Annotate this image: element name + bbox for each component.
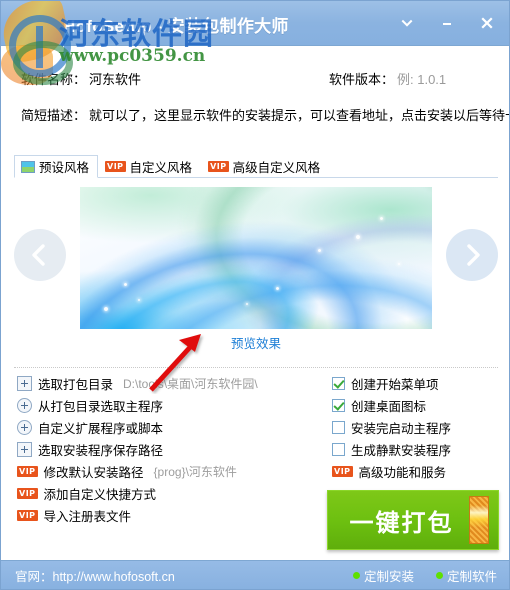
option-label: 高级功能和服务 (358, 465, 447, 480)
circle-plus-icon (17, 397, 32, 413)
preview-sparkle (124, 283, 127, 286)
option-label: 自定义扩展程序或脚本 (38, 421, 164, 436)
vip-badge-icon: VIP (105, 160, 126, 172)
option-label: 修改默认安装路径 (43, 465, 144, 480)
checkbox-icon[interactable] (332, 420, 345, 434)
preview-sparkle (318, 249, 321, 252)
preset-style-icon (21, 160, 35, 173)
description-input[interactable]: 就可以了，这里显示软件的安装提示，可以查看地址，点击安装以后等待十 (89, 105, 509, 124)
pack-button-label: 一键打包 (349, 509, 454, 537)
option-label: 添加自定义快捷方式 (43, 487, 157, 502)
checkbox-silent-installer[interactable]: 生成静默安装程序 (332, 438, 502, 460)
square-plus-icon (17, 375, 32, 391)
chevron-down-icon[interactable] (397, 13, 417, 33)
checkbox-icon[interactable] (332, 376, 345, 390)
software-version-label: 软件版本： (329, 72, 395, 87)
app-window: HofoSetup - 安装包制作大师 河东软件园 www.pc0359.cn … (0, 0, 510, 590)
preview-sparkle (104, 307, 108, 311)
window-controls (397, 1, 497, 45)
option-advanced-features-services[interactable]: VIP 高级功能和服务 (332, 460, 502, 482)
option-modify-default-install-path[interactable]: VIP 修改默认安装路径 {prog}\河东软件 (17, 460, 317, 482)
option-label: 安装完启动主程序 (351, 421, 452, 436)
packaging-options-list: 选取打包目录 D:\tools\桌面\河东软件园\ 从打包目录选取主程序 自定义… (17, 372, 317, 526)
option-label: 创建开始菜单项 (351, 377, 439, 392)
preview-effect-link[interactable]: 预览效果 (14, 333, 498, 352)
preview-sparkle (398, 263, 400, 265)
checkbox-create-start-menu[interactable]: 创建开始菜单项 (332, 372, 502, 394)
footer-link-custom-software[interactable]: 定制软件 (435, 566, 497, 585)
option-select-output-path[interactable]: 选取安装程序保存路径 (17, 438, 317, 460)
software-name-row: 软件名称： 河东软件 软件版本： 例: 1.0.1 (1, 65, 509, 97)
tab-advanced-custom-style[interactable]: VIP 高级自定义风格 (201, 154, 329, 177)
tab-label: 高级自定义风格 (232, 160, 321, 175)
option-import-registry-file[interactable]: VIP 导入注册表文件 (17, 504, 317, 526)
carousel-next-button[interactable] (446, 229, 498, 281)
title-bar: HofoSetup - 安装包制作大师 (1, 1, 509, 46)
option-label: 创建桌面图标 (351, 399, 427, 414)
carousel-prev-button[interactable] (14, 229, 66, 281)
tab-custom-style[interactable]: VIP 自定义风格 (98, 154, 201, 177)
vip-badge-icon: VIP (208, 160, 229, 172)
pack-button-decoration-icon (469, 496, 489, 544)
preview-sparkle (356, 235, 360, 239)
description-label: 简短描述： (21, 108, 87, 123)
option-label: 选取打包目录 (38, 377, 114, 392)
option-select-main-program[interactable]: 从打包目录选取主程序 (17, 394, 317, 416)
green-dot-icon (435, 571, 443, 579)
software-name-label: 软件名称： (21, 72, 87, 87)
tab-preset-style[interactable]: 预设风格 (14, 155, 99, 178)
footer-bar: 官网：http://www.hofosoft.cn 定制安装 定制软件 (1, 560, 509, 589)
watermark-site-url: www.pc0359.cn (59, 46, 206, 66)
checkbox-launch-after-install[interactable]: 安装完启动主程序 (332, 416, 502, 438)
style-tabs: 预设风格 VIP 自定义风格 VIP 高级自定义风格 (14, 153, 498, 178)
vip-badge-icon: VIP (17, 465, 38, 477)
software-version-input[interactable]: 例: 1.0.1 (397, 69, 446, 88)
preview-sparkle (276, 287, 279, 290)
tab-label: 预设风格 (39, 161, 90, 175)
option-add-custom-shortcut[interactable]: VIP 添加自定义快捷方式 (17, 482, 317, 504)
footer-link-label: 定制软件 (446, 569, 497, 584)
option-label: 生成静默安装程序 (351, 443, 452, 458)
option-label: 选取安装程序保存路径 (38, 443, 164, 458)
option-label: 从打包目录选取主程序 (38, 399, 164, 414)
preview-sparkle (380, 217, 383, 220)
green-dot-icon (352, 571, 360, 579)
circle-plus-icon (17, 419, 32, 435)
preview-sparkle (246, 303, 248, 305)
preview-sparkle (138, 299, 140, 301)
vip-badge-icon: VIP (17, 487, 38, 499)
square-plus-icon (17, 441, 32, 457)
vip-badge-icon: VIP (332, 465, 353, 477)
option-label: 导入注册表文件 (43, 509, 132, 524)
close-icon[interactable] (477, 13, 497, 33)
style-carousel: 预览效果 (14, 187, 498, 351)
section-divider (14, 367, 498, 368)
vip-badge-icon: VIP (17, 509, 38, 521)
style-preview-image[interactable] (80, 187, 432, 329)
one-click-pack-button[interactable]: 一键打包 (327, 490, 499, 550)
footer-link-custom-install[interactable]: 定制安装 (352, 566, 414, 585)
window-title: HofoSetup - 安装包制作大师 (63, 17, 289, 36)
official-site-text[interactable]: 官网：http://www.hofosoft.cn (15, 566, 175, 585)
checkbox-icon[interactable] (332, 398, 345, 412)
option-select-package-dir[interactable]: 选取打包目录 D:\tools\桌面\河东软件园\ (17, 372, 317, 394)
checkbox-create-desktop-icon[interactable]: 创建桌面图标 (332, 394, 502, 416)
install-options-list: 创建开始菜单项 创建桌面图标 安装完启动主程序 生成静默安装程序 VIP 高级功… (332, 372, 502, 482)
tab-label: 自定义风格 (129, 160, 193, 175)
description-row: 简短描述： 就可以了，这里显示软件的安装提示，可以查看地址，点击安装以后等待十 (1, 101, 509, 133)
footer-links: 定制安装 定制软件 (352, 566, 497, 585)
option-custom-extension-script[interactable]: 自定义扩展程序或脚本 (17, 416, 317, 438)
footer-link-label: 定制安装 (363, 569, 414, 584)
option-value-path: {prog}\河东软件 (153, 464, 237, 479)
option-value-path: D:\tools\桌面\河东软件园\ (123, 376, 258, 391)
software-name-input[interactable]: 河东软件 (89, 69, 141, 88)
checkbox-icon[interactable] (332, 442, 345, 456)
minimize-icon[interactable] (437, 13, 457, 33)
